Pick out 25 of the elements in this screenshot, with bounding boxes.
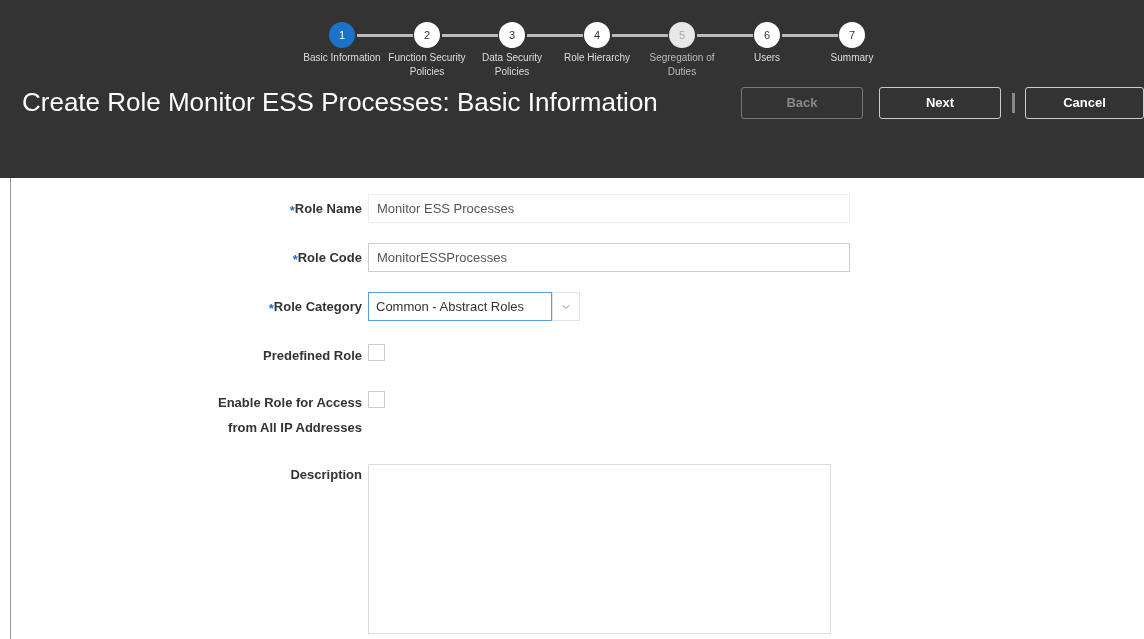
step-label[interactable]: Function Security Policies [385,51,469,79]
required-mark: * [289,202,295,220]
field-label: Role Code [297,249,362,267]
field-label: Role Category [273,298,362,316]
text-field[interactable]: Monitor ESS Processes [368,194,850,223]
page-title: Create Role Monitor ESS Processes: Basic Information [22,86,659,119]
field-label: Predefined Role [262,347,362,365]
select-field[interactable]: Common - Abstract Roles [368,292,552,321]
field-label: Role Name [294,200,362,218]
cancel-button[interactable]: Cancel [1025,86,1144,119]
step-label[interactable]: Summary [810,51,894,65]
step-label[interactable]: Users [725,51,809,65]
step-label[interactable]: Role Hierarchy [555,51,639,65]
dropdown-button[interactable] [552,292,580,321]
required-mark: * [292,251,298,269]
field-label: Description [289,466,362,484]
text-field[interactable]: MonitorESSProcesses [368,243,850,272]
required-mark: * [268,300,274,318]
step-label[interactable]: Data Security Policies [470,51,554,79]
checkbox[interactable] [368,391,385,408]
step-label[interactable]: Basic Information [300,51,384,65]
checkbox[interactable] [368,344,385,361]
field-label: Enable Role for Access from All IP Addresses [217,394,362,437]
description-field[interactable] [368,464,831,634]
next-button[interactable]: Next [879,86,1001,119]
